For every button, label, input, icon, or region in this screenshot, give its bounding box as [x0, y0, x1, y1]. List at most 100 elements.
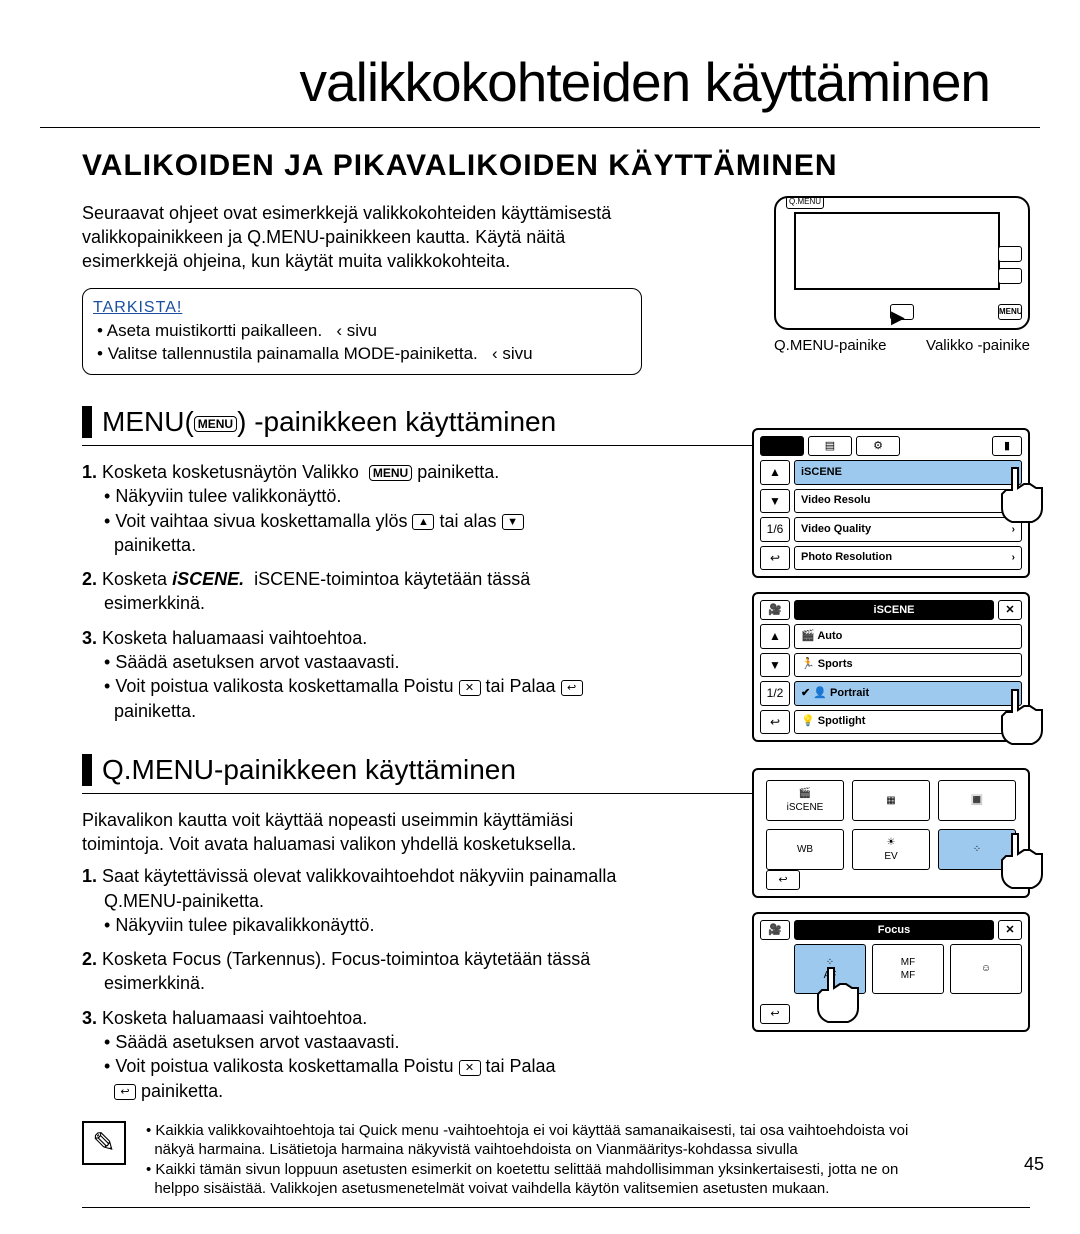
- camera-icon: 🎥: [760, 600, 790, 620]
- hand-pointer-icon: [808, 958, 868, 1028]
- hand-pointer-icon: [992, 824, 1052, 894]
- close-button[interactable]: ✕: [998, 920, 1022, 940]
- tab-icon: [760, 436, 804, 456]
- option-portrait[interactable]: ✔ 👤 Portrait: [794, 681, 1022, 706]
- note-text: Kaikki tämän sivun loppuun asetusten esi…: [155, 1161, 898, 1178]
- qmenu-button-label: Q.MENU-painike: [774, 336, 887, 356]
- close-button[interactable]: ✕: [998, 600, 1022, 620]
- step-text: Kosketa haluamaasi vaihtoehtoa.: [102, 628, 367, 648]
- subsection-title: MENU(MENU) -painikkeen käyttäminen: [102, 403, 556, 441]
- step-text: Q.MENU-painiketta.: [82, 889, 682, 913]
- tab-icon: ▤: [808, 436, 852, 456]
- step-sub: painiketta.: [141, 1081, 223, 1101]
- intro-text: esimerkkejä ohjeina, kun käytät muita va…: [82, 249, 642, 273]
- check-item: Valitse tallennustila painamalla MODE-pa…: [108, 344, 478, 363]
- back-button[interactable]: ↩: [760, 546, 790, 571]
- step-text: painiketta.: [417, 462, 499, 482]
- step-sub: Näkyviin tulee pikavalikkonäyttö.: [115, 915, 374, 935]
- menu-item-iscene[interactable]: iSCENE›: [794, 460, 1022, 485]
- step-sub: Voit poistua valikosta koskettamalla Poi…: [115, 1056, 458, 1076]
- focus-option-face[interactable]: ☺: [950, 944, 1022, 994]
- step-text: iSCENE-toimintoa käytetään tässä: [254, 569, 530, 589]
- up-icon: ▲: [412, 514, 434, 530]
- qmenu-label: Q.MENU: [786, 196, 824, 209]
- qmenu-item[interactable]: ▦: [852, 780, 930, 821]
- option-sports[interactable]: 🏃 Sports: [794, 653, 1022, 678]
- menu-button-label: Valikko -painike: [926, 336, 1030, 356]
- check-box: TARKISTA! • Aseta muistikortti paikallee…: [82, 288, 642, 375]
- step-sub: Säädä asetuksen arvot vastaavasti.: [115, 1032, 399, 1052]
- step-sub: esimerkkinä.: [82, 971, 682, 995]
- qmenu-item-iscene[interactable]: 🎬iSCENE: [766, 780, 844, 821]
- back-button[interactable]: ↩: [766, 870, 800, 890]
- menu-screen-2: 🎥 iSCENE ✕ ▲ ▼ 1/2 ↩ 🎬 Auto 🏃 Sports ✔ 👤…: [752, 592, 1030, 742]
- close-icon: ✕: [459, 680, 481, 696]
- note-text: näkyä harmaina. Lisätietoja harmaina näk…: [154, 1141, 797, 1158]
- menu-item-video-quality[interactable]: Video Quality›: [794, 517, 1022, 542]
- step-sub: painiketta.: [114, 701, 196, 721]
- bullet-icon: •: [97, 321, 103, 340]
- qmenu-screen: 🎬iSCENE ▦ 🔳 WB ☀EV ⁘ ↩: [752, 768, 1030, 898]
- note-text: helppo sisäistää. Valikkojen asetusmenet…: [154, 1180, 829, 1197]
- close-icon: ✕: [459, 1060, 481, 1076]
- step-text: Kosketa haluamaasi vaihtoehtoa.: [102, 1008, 367, 1028]
- menu-item-photo-res[interactable]: Photo Resolution›: [794, 546, 1022, 571]
- menu-chip-icon: MENU: [194, 416, 237, 432]
- step-text: Saat käytettävissä olevat valikkovaihtoe…: [102, 866, 616, 886]
- step-sub: tai Palaa: [486, 1056, 556, 1076]
- bullet-icon: •: [97, 344, 103, 363]
- hand-pointer-icon: [992, 458, 1052, 528]
- intro-text: valikkopainikkeen ja Q.MENU-painikkeen k…: [82, 225, 642, 249]
- check-item-ref: ‹ sivu: [336, 321, 377, 340]
- step-sub: tai alas: [439, 511, 501, 531]
- qmenu-item[interactable]: 🔳: [938, 780, 1016, 821]
- page-indicator: 1/6: [760, 517, 790, 542]
- qmenu-item-wb[interactable]: WB: [766, 829, 844, 870]
- down-button[interactable]: ▼: [760, 489, 790, 514]
- focus-option-mf[interactable]: MFMF: [872, 944, 944, 994]
- page-number: 45: [1024, 1152, 1044, 1176]
- step-text: iSCENE.: [172, 569, 244, 589]
- down-button[interactable]: ▼: [760, 653, 790, 678]
- page-title: valikkokohteiden käyttäminen: [40, 0, 1040, 128]
- up-button[interactable]: ▲: [760, 460, 790, 485]
- check-title: TARKISTA!: [93, 297, 627, 319]
- page-indicator: 1/2: [760, 681, 790, 706]
- subsection-title: Q.MENU-painikkeen käyttäminen: [102, 751, 516, 789]
- menu-item-video-res[interactable]: Video Resolu›: [794, 489, 1022, 514]
- check-item-ref: ‹ sivu: [492, 344, 533, 363]
- back-button[interactable]: ↩: [760, 1004, 790, 1024]
- option-auto[interactable]: 🎬 Auto: [794, 624, 1022, 649]
- step-sub: Voit poistua valikosta koskettamalla Poi…: [115, 676, 458, 696]
- step-text: Kosketa: [102, 569, 172, 589]
- step-sub: Säädä asetuksen arvot vastaavasti.: [115, 652, 399, 672]
- up-button[interactable]: ▲: [760, 624, 790, 649]
- focus-screen: 🎥 Focus ✕ ⁘AF MFMF ☺ ↩: [752, 912, 1030, 1032]
- intro-text: Seuraavat ohjeet ovat esimerkkejä valikk…: [82, 201, 642, 225]
- section-marker-icon: [82, 406, 92, 438]
- step-sub: painiketta.: [114, 535, 196, 555]
- tab-icon: ⚙: [856, 436, 900, 456]
- option-spotlight[interactable]: 💡 Spotlight: [794, 710, 1022, 735]
- step-text: Kosketa Focus (Tarkennus). Focus-toimint…: [102, 949, 590, 969]
- section-title: VALIKOIDEN JA PIKAVALIKOIDEN KÄYTTÄMINEN: [82, 146, 1030, 187]
- back-icon: ↩: [561, 680, 583, 696]
- step-sub: Näkyviin tulee valikkonäyttö.: [115, 486, 341, 506]
- battery-icon: ▮: [992, 436, 1022, 456]
- step-sub: Voit vaihtaa sivua koskettamalla ylös: [115, 511, 412, 531]
- note-icon: ✎: [82, 1121, 126, 1165]
- step-text: Kosketa kosketusnäytön Valikko: [102, 462, 359, 482]
- hand-pointer-icon: [992, 680, 1052, 750]
- submenu-title: Focus: [794, 920, 994, 940]
- back-icon: ↩: [114, 1084, 136, 1100]
- menu-button-icon: MENU: [998, 304, 1022, 320]
- section-marker-icon: [82, 754, 92, 786]
- step-sub: tai Palaa: [486, 676, 561, 696]
- camera-illustration: Q.MENU MENU ▶ Q.MENU-painike Valikko -pa…: [774, 196, 1030, 356]
- qmenu-item-ev[interactable]: ☀EV: [852, 829, 930, 870]
- menu-screen-1: ▤ ⚙ ▮ ▲ ▼ 1/6 ↩ iSCENE› Video Resolu› Vi…: [752, 428, 1030, 578]
- camera-icon: 🎥: [760, 920, 790, 940]
- note-text: Kaikkia valikkovaihtoehtoja tai Quick me…: [155, 1122, 908, 1139]
- submenu-title: iSCENE: [794, 600, 994, 620]
- back-button[interactable]: ↩: [760, 710, 790, 735]
